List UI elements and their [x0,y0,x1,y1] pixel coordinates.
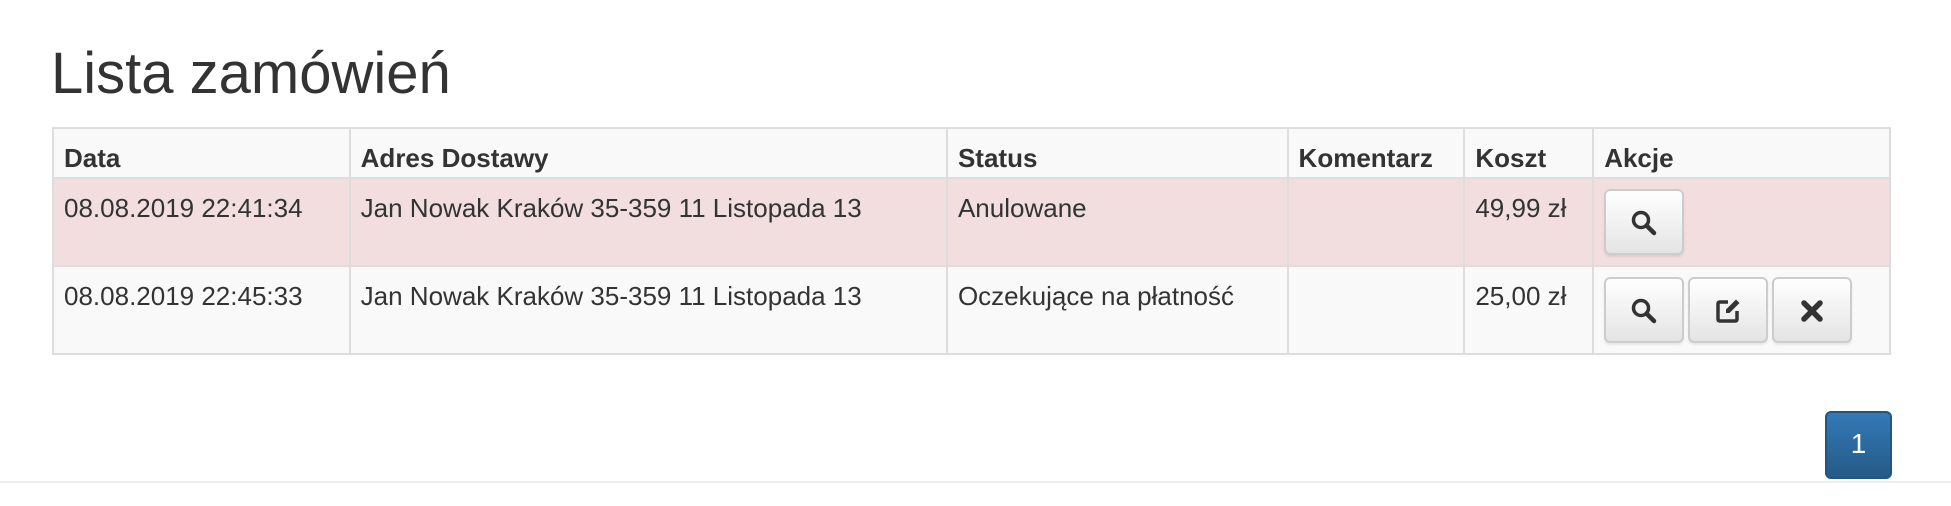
cell-actions [1592,177,1891,267]
page-title: Lista zamówień [51,41,451,106]
header-actions: Akcje [1592,127,1891,179]
cell-address: Jan Nowak Kraków 35-359 11 Listopada 13 [348,265,948,355]
footer-divider [0,481,1951,483]
pagination: 1 [1825,411,1892,479]
header-address: Adres Dostawy [348,127,948,179]
search-icon [1631,298,1657,324]
edit-icon [1716,299,1740,323]
cancel-order-button[interactable] [1772,277,1853,343]
table-row: 08.08.2019 22:41:34 Jan Nowak Kraków 35-… [52,177,1891,267]
cell-comment [1286,265,1466,355]
cell-status: Oczekujące na płatność [945,265,1289,355]
pagination-item: 1 [1825,411,1892,479]
header-status: Status [945,127,1289,179]
header-cost: Koszt [1463,127,1595,179]
cell-status: Anulowane [945,177,1289,267]
cell-address: Jan Nowak Kraków 35-359 11 Listopada 13 [348,177,948,267]
view-order-button[interactable] [1604,277,1685,343]
cell-date: 08.08.2019 22:41:34 [52,177,351,267]
cell-date: 08.08.2019 22:45:33 [52,265,351,355]
cell-comment [1286,177,1466,267]
search-icon [1631,210,1657,236]
orders-table: Data Adres Dostawy Status Komentarz Kosz… [52,127,1891,355]
cell-cost: 25,00 zł [1463,265,1595,355]
header-date: Data [52,127,351,179]
cell-cost: 49,99 zł [1463,177,1595,267]
close-icon [1801,300,1823,322]
header-comment: Komentarz [1286,127,1466,179]
table-row: 08.08.2019 22:45:33 Jan Nowak Kraków 35-… [52,265,1891,355]
table-header-row: Data Adres Dostawy Status Komentarz Kosz… [52,127,1891,179]
edit-order-button[interactable] [1688,277,1769,343]
view-order-button[interactable] [1604,189,1685,255]
page-button-current[interactable]: 1 [1825,411,1892,479]
cell-actions [1592,265,1891,355]
